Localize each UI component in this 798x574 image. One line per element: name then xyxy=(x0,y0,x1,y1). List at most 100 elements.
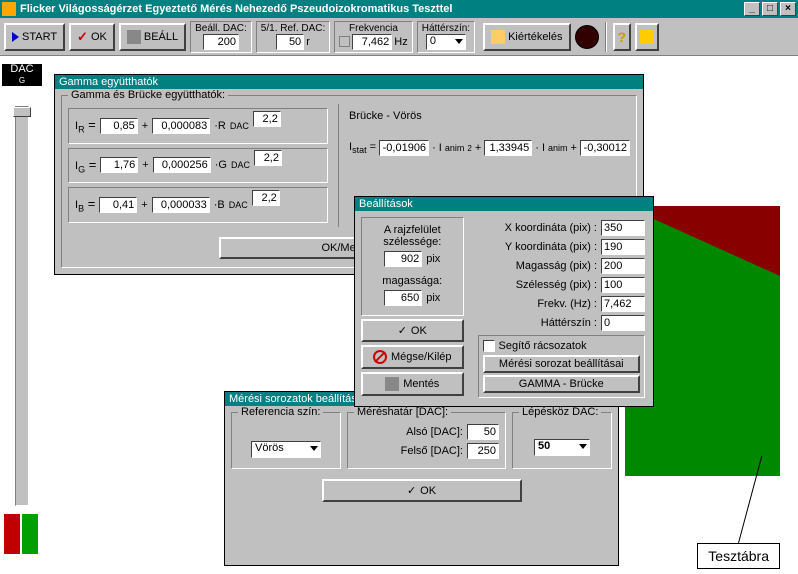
limit-label: Méréshatár [DAC]: xyxy=(354,406,451,418)
xcoord-label: X koordináta (pix) : xyxy=(505,222,597,234)
check-icon: ✓ xyxy=(407,484,416,497)
gamma-header: Gamma együtthatók xyxy=(55,75,643,89)
b-a-input[interactable] xyxy=(99,197,137,213)
dac-slider[interactable] xyxy=(15,106,29,506)
gauge-icon xyxy=(575,25,599,49)
brucke-label: Brücke - Vörös xyxy=(349,110,630,122)
eq-b: IB = + ·BDAC xyxy=(68,187,328,223)
r-a-input[interactable] xyxy=(100,118,138,134)
app-icon xyxy=(2,2,16,16)
ok-label: OK xyxy=(91,31,107,43)
surf-h-label: magassága: xyxy=(366,275,459,287)
slider-thumb[interactable] xyxy=(13,107,31,117)
settings-save-button[interactable]: Mentés xyxy=(361,372,464,396)
help-button[interactable]: ? xyxy=(613,23,632,51)
kiert-label: Kiértékelés xyxy=(508,31,562,43)
brucke-eq: Istat = · Ianim2 + · Ianim + xyxy=(349,140,630,156)
g-b-input[interactable] xyxy=(153,157,211,173)
b-b-input[interactable] xyxy=(152,197,210,213)
height-label: Magasság (pix) : xyxy=(516,260,597,272)
s-bg-input[interactable] xyxy=(601,315,645,331)
s-freq-label: Frekv. (Hz) : xyxy=(537,298,597,310)
freq-unit: Hz xyxy=(394,36,407,48)
check-icon: ✓ xyxy=(398,324,407,337)
surf-w-input[interactable] xyxy=(384,251,422,267)
br-b-input[interactable] xyxy=(484,140,532,156)
toolbar: START ✓ OK BEÁLL Beáll. DAC: 5/1. Ref. D… xyxy=(0,18,798,56)
chart-icon xyxy=(491,30,505,44)
ref-dac-unit: r xyxy=(306,36,310,48)
br-c-input[interactable] xyxy=(580,140,630,156)
left-column: DAC G xyxy=(0,56,44,574)
bg-group: Háttérszín: 0 xyxy=(417,21,475,53)
r-b-input[interactable] xyxy=(152,118,210,134)
upper-input[interactable] xyxy=(467,443,499,459)
callout-line xyxy=(738,456,762,543)
start-label: START xyxy=(22,31,57,43)
kiertekeles-button[interactable]: Kiértékelés xyxy=(483,23,570,51)
check-icon: ✓ xyxy=(77,29,88,45)
width-label: Szélesség (pix) : xyxy=(516,279,597,291)
window-title: Flicker Világosságérzet Egyeztető Mérés … xyxy=(20,3,452,15)
freq-input[interactable] xyxy=(352,34,392,50)
help-icon: ? xyxy=(618,29,627,45)
br-a-input[interactable] xyxy=(379,140,429,156)
titlebar: Flicker Világosságérzet Egyeztető Mérés … xyxy=(0,0,798,18)
grid-label: Segítő rácsozatok xyxy=(499,340,587,352)
lower-input[interactable] xyxy=(467,424,499,440)
settings-header: Beállítások xyxy=(355,197,653,211)
settings-cancel-button[interactable]: Mégse/Kilép xyxy=(361,345,464,369)
freq-checkbox[interactable] xyxy=(339,36,350,47)
step-select[interactable]: 50 xyxy=(534,439,590,456)
r-c-input[interactable] xyxy=(253,111,281,127)
settings-panel: Beállítások A rajzfelület szélessége: pi… xyxy=(354,196,654,407)
freq-label: Frekvencia xyxy=(349,23,398,34)
step-label: Lépésköz DAC: xyxy=(519,406,601,418)
main-area: Tesztábra Gamma együtthatók Gamma és Brü… xyxy=(44,56,798,574)
ref-dac-input[interactable] xyxy=(276,34,304,50)
bg-label: Háttérszín: xyxy=(422,23,470,34)
eq-g: IG = + ·GDAC xyxy=(68,148,328,184)
width-input[interactable] xyxy=(601,277,645,293)
height-input[interactable] xyxy=(601,258,645,274)
freq-group: Frekvencia Hz xyxy=(334,21,412,53)
ref-label: Referencia szín: xyxy=(238,406,323,418)
surf-h-input[interactable] xyxy=(384,290,422,306)
series-panel: Mérési sorozatok beállítás Referencia sz… xyxy=(224,391,619,566)
callout-label: Tesztábra xyxy=(697,543,780,569)
ok-button[interactable]: ✓ OK xyxy=(69,23,115,51)
xcoord-input[interactable] xyxy=(601,220,645,236)
upper-label: Felső [DAC]: xyxy=(401,445,463,457)
exit-button[interactable] xyxy=(635,23,659,51)
bg-select[interactable]: 0 xyxy=(426,34,466,50)
g-a-input[interactable] xyxy=(100,157,138,173)
ycoord-input[interactable] xyxy=(601,239,645,255)
minimize-button[interactable]: _ xyxy=(744,2,760,16)
series-settings-button[interactable]: Mérési sorozat beállításai xyxy=(483,355,640,373)
ref-dac-group: 5/1. Ref. DAC: r xyxy=(256,21,330,53)
ref-select[interactable]: Vörös xyxy=(251,441,321,458)
start-button[interactable]: START xyxy=(4,23,65,51)
color-swatches xyxy=(4,514,44,554)
lower-label: Alsó [DAC]: xyxy=(406,426,463,438)
s-bg-label: Háttérszín : xyxy=(541,317,597,329)
g-c-input[interactable] xyxy=(254,150,282,166)
beall-button[interactable]: BEÁLL xyxy=(119,23,186,51)
beall-dac-input[interactable] xyxy=(203,34,239,50)
settings-ok-button[interactable]: ✓OK xyxy=(361,319,464,342)
series-ok-button[interactable]: ✓ OK xyxy=(322,479,522,502)
close-button[interactable]: × xyxy=(780,2,796,16)
grid-checkbox[interactable] xyxy=(483,340,495,352)
beall-label: BEÁLL xyxy=(144,31,178,43)
callout: Tesztábra xyxy=(697,453,780,569)
maximize-button[interactable]: □ xyxy=(762,2,778,16)
s-freq-input[interactable] xyxy=(601,296,645,312)
b-c-input[interactable] xyxy=(252,190,280,206)
gamma-brucke-button[interactable]: GAMMA - Brücke xyxy=(483,375,640,393)
green-swatch xyxy=(22,514,38,554)
beall-dac-label: Beáll. DAC: xyxy=(195,23,247,34)
beall-dac-group: Beáll. DAC: xyxy=(190,21,252,53)
i-r-label: IR = xyxy=(75,117,96,135)
cancel-icon xyxy=(373,350,387,364)
play-icon xyxy=(12,32,19,42)
